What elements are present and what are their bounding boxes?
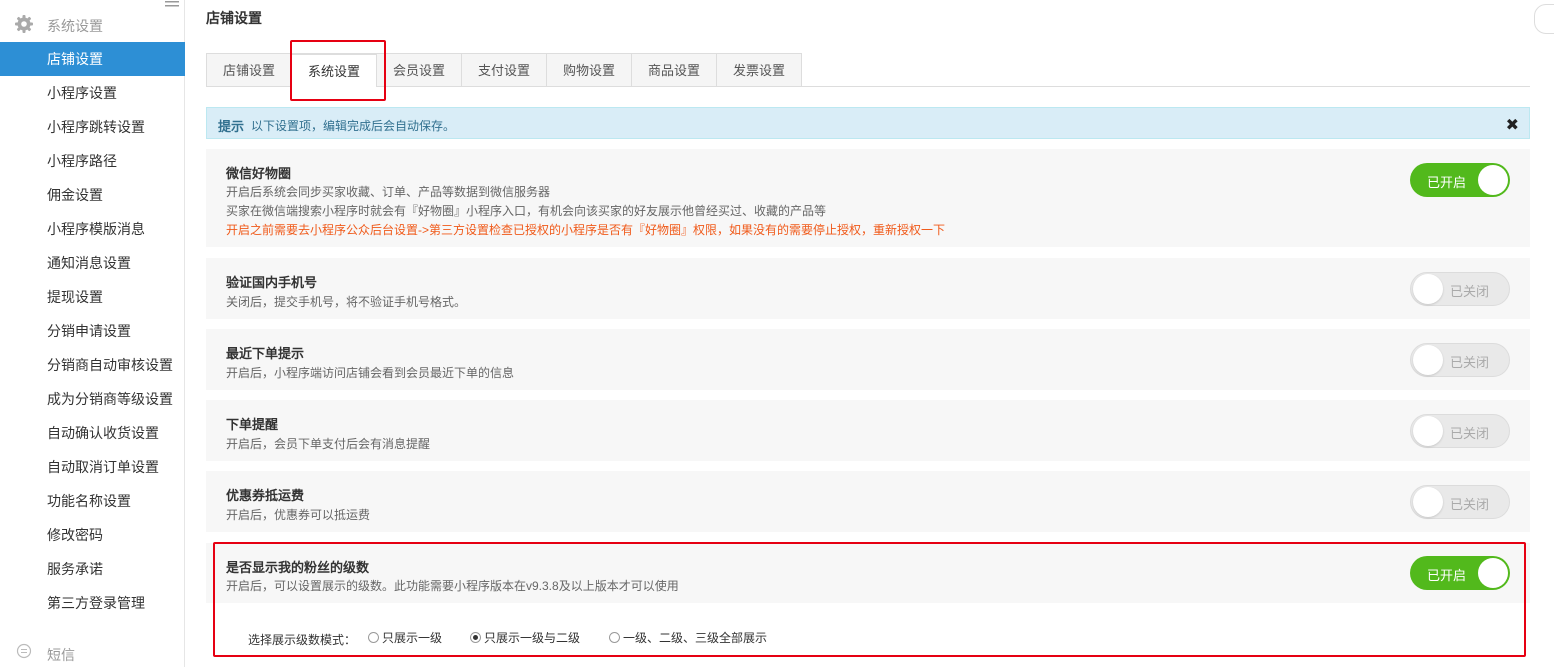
toggle-label: 已开启 (1427, 175, 1467, 190)
radio-level-all[interactable]: 一级、二级、三级全部展示 (609, 629, 767, 646)
tab-shopping-settings[interactable]: 购物设置 (546, 53, 632, 87)
radio-level-one-two[interactable]: 只展示一级与二级 (470, 629, 580, 646)
setting-title: 下单提醒 (226, 417, 279, 432)
setting-recent-order-tip: 最近下单提示 开启后，小程序端访问店铺会看到会员最近下单的信息 已关闭 (206, 329, 1530, 390)
radio-dot[interactable] (609, 632, 620, 643)
message-icon (16, 643, 32, 659)
setting-title: 验证国内手机号 (226, 275, 318, 290)
setting-fans-level: 是否显示我的粉丝的级数 开启后，可以设置展示的级数。此功能需要小程序版本在v9.… (206, 543, 1530, 603)
sidebar-item-withdraw[interactable]: 提现设置 (0, 280, 185, 314)
toggle-knob (1413, 274, 1443, 304)
toggle-label: 已关闭 (1450, 497, 1490, 512)
radio-label: 一级、二级、三级全部展示 (623, 631, 768, 645)
toggle-switch[interactable]: 已关闭 (1410, 414, 1510, 448)
alert-title: 提示 (218, 119, 245, 134)
sidebar-item-notification[interactable]: 通知消息设置 (0, 246, 185, 280)
sidebar-item-template-message[interactable]: 小程序模版消息 (0, 212, 185, 246)
toggle-label: 已关闭 (1450, 426, 1490, 441)
toggle-switch[interactable]: 已开启 (1410, 556, 1510, 590)
sidebar-item-feature-names[interactable]: 功能名称设置 (0, 484, 185, 518)
sidebar-item-commission[interactable]: 佣金设置 (0, 178, 185, 212)
sidebar-sms-label: 短信 (47, 647, 75, 663)
tab-invoice-settings[interactable]: 发票设置 (716, 53, 802, 87)
toggle-label: 已关闭 (1450, 355, 1490, 370)
toggle-switch[interactable]: 已关闭 (1410, 343, 1510, 377)
toggle-label: 已开启 (1427, 568, 1467, 583)
setting-desc: 开启后，会员下单支付后会有消息提醒 (226, 437, 431, 451)
page-title: 店铺设置 (206, 10, 262, 26)
tab-payment-settings[interactable]: 支付设置 (461, 53, 547, 87)
setting-coupon-shipping: 优惠券抵运费 开启后，优惠券可以抵运费 已关闭 (206, 471, 1530, 532)
setting-title: 优惠券抵运费 (226, 488, 305, 503)
sidebar-group-sms[interactable]: 短信 (0, 640, 185, 667)
toggle-knob (1478, 165, 1508, 195)
sidebar-item-auto-cancel-order[interactable]: 自动取消订单设置 (0, 450, 185, 484)
tab-product-settings[interactable]: 商品设置 (631, 53, 717, 87)
setting-desc: 开启后，可以设置展示的级数。此功能需要小程序版本在v9.3.8及以上版本才可以使… (226, 579, 679, 593)
setting-desc: 开启后，优惠券可以抵运费 (226, 508, 371, 522)
sidebar-item-distribution-apply[interactable]: 分销申请设置 (0, 314, 185, 348)
radio-level-one[interactable]: 只展示一级 (368, 629, 442, 646)
sidebar-item-shop-settings[interactable]: 店铺设置 (0, 42, 185, 76)
sidebar-item-distributor-auto-review[interactable]: 分销商自动审核设置 (0, 348, 185, 382)
setting-title: 最近下单提示 (226, 346, 305, 361)
toggle-knob (1413, 416, 1443, 446)
alert-text: 以下设置项，编辑完成后会自动保存。 (251, 119, 456, 133)
tab-system-settings[interactable]: 系统设置 (291, 53, 377, 87)
toggle-label: 已关闭 (1450, 284, 1490, 299)
app-root: 系统设置 店铺设置 小程序设置 小程序跳转设置 小程序路径 佣金设置 小程序模版… (0, 0, 1554, 667)
radio-label: 只展示一级与二级 (484, 631, 581, 645)
sidebar-menu: 店铺设置 小程序设置 小程序跳转设置 小程序路径 佣金设置 小程序模版消息 通知… (0, 42, 185, 620)
toggle-switch[interactable]: 已关闭 (1410, 485, 1510, 519)
level-mode-row: 选择展示级数模式： 只展示一级 只展示一级与二级 一级、二级、三级全部展示 (206, 613, 1530, 665)
toggle-knob (1413, 487, 1443, 517)
toggle-switch[interactable]: 已开启 (1410, 163, 1510, 197)
sidebar-item-miniprogram-settings[interactable]: 小程序设置 (0, 76, 185, 110)
setting-order-reminder: 下单提醒 开启后，会员下单支付后会有消息提醒 已关闭 (206, 400, 1530, 461)
setting-desc: 买家在微信端搜索小程序时就会有『好物圈』小程序入口，有机会向该买家的好友展示他曾… (226, 204, 827, 218)
sidebar-item-change-password[interactable]: 修改密码 (0, 518, 185, 552)
setting-desc: 关闭后，提交手机号，将不验证手机号格式。 (226, 295, 467, 309)
settings-tabs: 店铺设置 系统设置 会员设置 支付设置 购物设置 商品设置 发票设置 (206, 53, 1530, 87)
close-icon[interactable]: ✖ (1506, 115, 1519, 135)
gear-icon (15, 15, 33, 33)
setting-verify-phone: 验证国内手机号 关闭后，提交手机号，将不验证手机号格式。 已关闭 (206, 258, 1530, 319)
setting-title: 是否显示我的粉丝的级数 (226, 560, 370, 575)
menu-lines-icon[interactable] (165, 0, 179, 8)
sidebar-group-system[interactable]: 系统设置 (0, 8, 185, 42)
radio-dot[interactable] (470, 632, 481, 643)
sidebar-item-third-party-login[interactable]: 第三方登录管理 (0, 586, 185, 620)
sidebar-item-service-promise[interactable]: 服务承诺 (0, 552, 185, 586)
radio-label: 只展示一级 (382, 631, 443, 645)
setting-wechat-goods-circle: 微信好物圈 开启后系统会同步买家收藏、订单、产品等数据到微信服务器 买家在微信端… (206, 149, 1530, 247)
sidebar-item-miniprogram-jump[interactable]: 小程序跳转设置 (0, 110, 185, 144)
main-content: 店铺设置 店铺设置 系统设置 会员设置 支付设置 购物设置 商品设置 发票设置 … (186, 0, 1554, 667)
sidebar-item-miniprogram-path[interactable]: 小程序路径 (0, 144, 185, 178)
toggle-knob (1413, 345, 1443, 375)
setting-desc: 开启后，小程序端访问店铺会看到会员最近下单的信息 (226, 366, 515, 380)
setting-title: 微信好物圈 (226, 166, 292, 181)
sidebar-item-distributor-level[interactable]: 成为分销商等级设置 (0, 382, 185, 416)
sidebar-group-label: 系统设置 (47, 18, 103, 34)
tab-member-settings[interactable]: 会员设置 (376, 53, 462, 87)
sidebar-item-auto-confirm-receipt[interactable]: 自动确认收货设置 (0, 416, 185, 450)
radio-dot[interactable] (368, 632, 379, 643)
tab-shop-settings[interactable]: 店铺设置 (206, 53, 292, 87)
toggle-switch[interactable]: 已关闭 (1410, 272, 1510, 306)
info-alert: 提示 以下设置项，编辑完成后会自动保存。 ✖ (206, 107, 1530, 139)
sidebar: 系统设置 店铺设置 小程序设置 小程序跳转设置 小程序路径 佣金设置 小程序模版… (0, 0, 185, 667)
toggle-knob (1478, 558, 1508, 588)
setting-desc: 开启后系统会同步买家收藏、订单、产品等数据到微信服务器 (226, 185, 551, 199)
right-panel-toggle[interactable] (1534, 4, 1554, 34)
setting-warning: 开启之前需要去小程序公众后台设置->第三方设置检查已授权的小程序是否有『好物圈』… (226, 223, 946, 237)
level-mode-label: 选择展示级数模式： (248, 633, 357, 647)
